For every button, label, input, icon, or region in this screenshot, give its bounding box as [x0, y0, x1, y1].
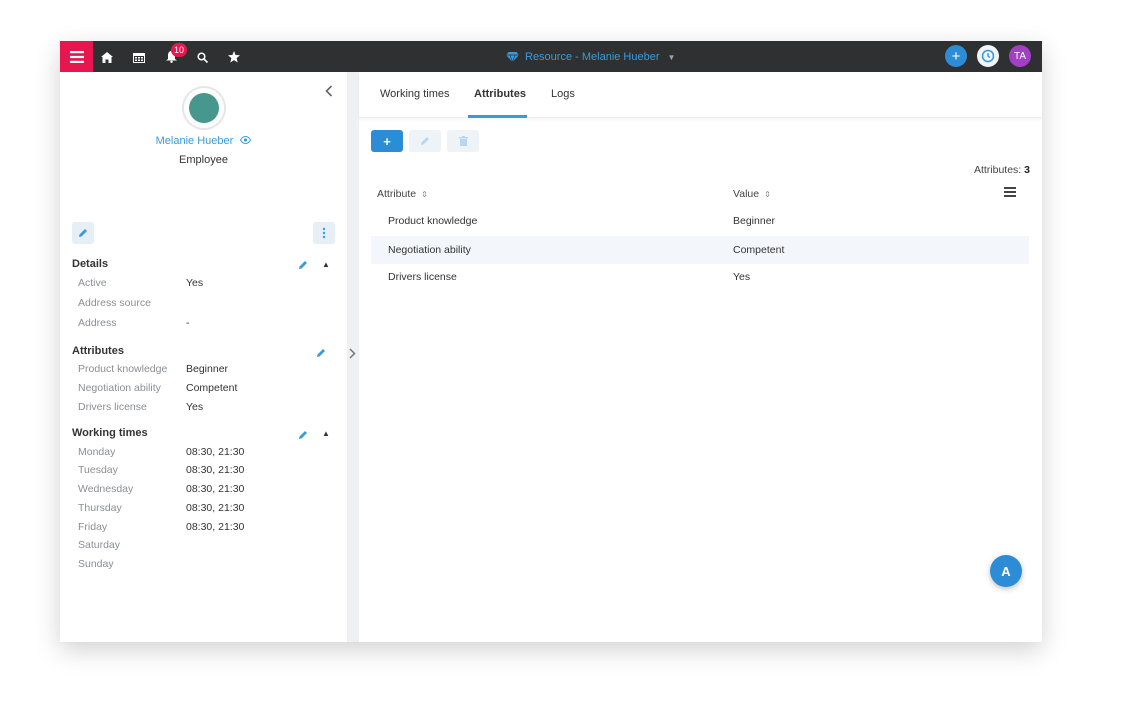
column-header-value[interactable]: Value ⇕ — [733, 188, 771, 200]
day-label: Monday — [78, 446, 116, 458]
profile-role: Employee — [179, 154, 228, 166]
pencil-icon — [421, 137, 429, 145]
day-hours: 08:30, 21:30 — [186, 446, 245, 458]
resource-title[interactable]: Resource - Melanie Hueber ▼ — [506, 49, 675, 65]
day-label: Thursday — [78, 502, 122, 514]
assistant-fab-button[interactable]: A — [990, 555, 1022, 587]
user-avatar[interactable]: TA — [1009, 45, 1031, 67]
day-label: Wednesday — [78, 483, 134, 495]
detail-label: Active — [78, 277, 107, 289]
tab-attributes[interactable]: Attributes — [474, 88, 526, 100]
app-window: 10 Resource - Melanie Hueber ▼ + TA Mela… — [60, 41, 1042, 642]
tab-working-times[interactable]: Working times — [380, 88, 449, 100]
detail-value: - — [186, 317, 190, 329]
detail-label: Address — [78, 317, 117, 329]
column-header-label: Value — [733, 188, 760, 200]
chevron-right-icon[interactable] — [349, 348, 356, 362]
profile-avatar — [182, 86, 226, 130]
table-row[interactable]: Drivers license Yes — [371, 263, 1029, 291]
edit-profile-button[interactable] — [72, 222, 94, 244]
table-row[interactable]: Product knowledge Beginner — [371, 207, 1029, 235]
day-hours: 08:30, 21:30 — [186, 521, 245, 533]
notification-badge: 10 — [171, 43, 188, 57]
attribute-label: Negotiation ability — [78, 382, 161, 394]
tab-logs[interactable]: Logs — [551, 88, 575, 100]
attribute-value: Beginner — [186, 363, 229, 375]
collapse-working-times-icon[interactable]: ▲ — [322, 429, 330, 438]
main-panel: Working times Attributes Logs + Attribut… — [359, 72, 1042, 642]
detail-value: Yes — [186, 277, 204, 289]
eye-icon[interactable] — [240, 135, 252, 147]
panel-splitter[interactable] — [347, 72, 359, 642]
attribute-cell: Product knowledge — [388, 215, 478, 227]
details-title: Details — [72, 258, 109, 270]
value-cell: Competent — [733, 244, 785, 256]
menu-button[interactable] — [60, 41, 93, 72]
profile-name[interactable]: Melanie Hueber — [156, 135, 234, 147]
count-value: 3 — [1024, 164, 1030, 176]
user-initials: TA — [1013, 50, 1027, 62]
count-label: Attributes: — [973, 164, 1022, 176]
day-hours: 08:30, 21:30 — [186, 502, 245, 514]
day-hours: 08:30, 21:30 — [186, 483, 245, 495]
resource-title-text: Resource - Melanie Hueber — [525, 51, 660, 63]
day-label: Tuesday — [78, 464, 118, 476]
plus-icon: + — [383, 133, 391, 149]
search-icon[interactable] — [194, 49, 210, 65]
day-label: Saturday — [78, 539, 121, 551]
value-cell: Beginner — [733, 215, 776, 227]
attribute-value: Yes — [186, 401, 204, 413]
attributes-count: Attributes: 3 — [974, 164, 1030, 176]
trash-icon — [458, 136, 468, 146]
sort-icon[interactable]: ⇕ — [421, 190, 428, 199]
table-row[interactable]: Negotiation ability Competent — [371, 236, 1029, 264]
attribute-label: Drivers license — [78, 401, 147, 413]
kebab-icon — [322, 227, 326, 239]
add-attribute-button[interactable]: + — [371, 130, 403, 152]
column-menu-icon[interactable] — [1004, 187, 1016, 199]
attributes-title: Attributes — [72, 345, 124, 357]
edit-details-pencil-icon[interactable] — [298, 260, 308, 273]
tab-bar: Working times Attributes Logs — [359, 72, 1042, 118]
hamburger-icon — [69, 50, 84, 63]
caret-down-icon: ▼ — [667, 52, 676, 62]
diamond-icon — [506, 52, 519, 62]
edit-attribute-button[interactable] — [409, 130, 441, 152]
attribute-cell: Negotiation ability — [388, 244, 471, 256]
attribute-cell: Drivers license — [388, 271, 457, 283]
active-tab-indicator — [468, 115, 527, 118]
top-bar: 10 Resource - Melanie Hueber ▼ + TA — [60, 41, 1042, 72]
more-options-button[interactable] — [313, 222, 335, 244]
working-times-title: Working times — [72, 427, 148, 439]
day-hours: 08:30, 21:30 — [186, 464, 245, 476]
column-header-label: Attribute — [377, 188, 417, 200]
value-cell: Yes — [733, 271, 751, 283]
calendar-icon[interactable] — [131, 49, 147, 65]
attribute-label: Product knowledge — [78, 363, 168, 375]
column-header-attribute[interactable]: Attribute ⇕ — [377, 188, 428, 200]
sort-icon[interactable]: ⇕ — [764, 190, 771, 199]
star-icon[interactable] — [226, 49, 242, 65]
collapse-details-icon[interactable]: ▲ — [322, 260, 330, 269]
detail-label: Address source — [78, 297, 151, 309]
plus-icon: + — [951, 47, 961, 65]
edit-attributes-pencil-icon[interactable] — [316, 348, 326, 361]
home-icon[interactable] — [99, 49, 115, 65]
edit-working-times-pencil-icon[interactable] — [298, 430, 308, 443]
day-label: Friday — [78, 521, 108, 533]
delete-attribute-button[interactable] — [447, 130, 479, 152]
clock-icon — [981, 49, 995, 63]
collapse-sidebar-icon[interactable] — [325, 84, 333, 100]
profile-name-row[interactable]: Melanie Hueber — [60, 135, 347, 147]
pencil-icon — [79, 229, 87, 237]
attribute-value: Competent — [186, 382, 238, 394]
resource-sidebar: Melanie Hueber Employee Details ▲ Active… — [60, 72, 347, 642]
history-button[interactable] — [977, 45, 999, 67]
add-button[interactable]: + — [945, 45, 967, 67]
day-label: Sunday — [78, 558, 114, 570]
